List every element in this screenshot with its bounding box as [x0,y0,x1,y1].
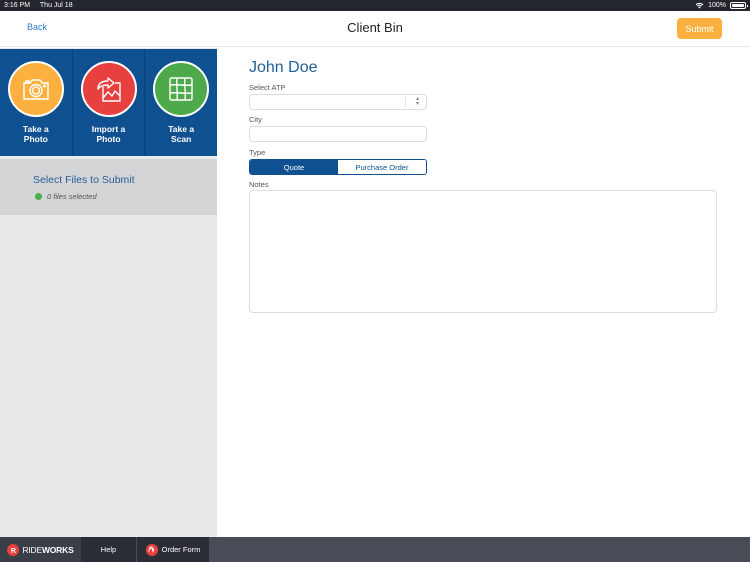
city-input[interactable] [249,126,427,142]
import-photo-label-line1: Import a [91,124,126,134]
page-title: Client Bin [347,20,403,35]
sidebar: Take a Photo Import a Photo Take a Scan … [0,48,217,537]
take-scan-label: Take a Scan [168,124,194,144]
hand-icon [148,546,155,553]
select-divider [405,97,406,107]
take-scan-button[interactable]: Take a Scan [145,49,217,156]
status-date: Thu Jul 18 [39,2,73,9]
type-option-purchase-order[interactable]: Purchase Order [338,160,426,174]
atp-label: Select ATP [249,83,286,92]
take-scan-label-line2: Scan [171,134,192,144]
status-bar: 3:16 PM Thu Jul 18 100% [0,0,750,11]
import-photo-button[interactable]: Import a Photo [73,49,146,156]
bottom-bar: R RIDEWORKS Help Order Form [0,537,750,562]
files-count: 0 files selected [47,192,97,201]
files-status: 0 files selected [35,192,97,201]
battery-fill [732,4,744,7]
take-scan-circle [153,61,210,117]
camera-icon [23,79,49,100]
status-right: 100% [695,2,748,9]
select-files-title: Select Files to Submit [33,174,135,186]
help-button[interactable]: Help [81,537,136,562]
notes-textarea[interactable] [249,190,717,313]
order-form-button[interactable]: Order Form [137,537,209,562]
take-photo-button[interactable]: Take a Photo [0,49,73,156]
city-label: City [249,115,262,124]
logo-text-light: RIDE [22,544,42,555]
order-form-label: Order Form [161,545,201,554]
import-photo-label: Import a Photo [92,124,126,144]
import-photo-icon [96,77,121,102]
battery-icon [730,2,748,9]
take-scan-label-line1: Take a [168,124,195,134]
take-photo-circle [7,61,64,117]
main-form: John Doe Select ATP ▴ ▾ City Type Quote P… [217,48,750,537]
import-photo-label-line2: Photo [96,134,121,144]
take-photo-label-line1: Take a [22,124,49,134]
select-arrows-icon: ▴ ▾ [415,96,419,107]
type-label: Type [249,148,266,157]
rideworks-logo: R RIDEWORKS [0,537,81,562]
submit-button[interactable]: Submit [677,18,722,39]
type-segmented-control: Quote Purchase Order [249,159,427,175]
notes-label: Notes [249,180,269,189]
logo-text: RIDEWORKS [22,545,73,555]
select-files-panel[interactable]: Select Files to Submit 0 files selected [0,159,217,215]
order-form-icon [145,543,158,556]
nav-bar: Back Client Bin Submit [0,11,750,47]
scan-grid-icon [169,77,193,101]
take-photo-label: Take a Photo [23,124,49,144]
status-dot-icon [35,193,42,200]
status-left: 3:16 PM Thu Jul 18 [4,2,81,9]
rideworks-badge-icon: R [7,543,20,556]
status-time: 3:16 PM [4,2,31,9]
import-photo-circle [80,61,137,117]
client-name: John Doe [249,59,318,76]
help-label: Help [100,545,117,554]
battery-percent: 100% [708,2,726,9]
type-option-quote[interactable]: Quote [250,160,338,174]
wifi-icon [695,2,704,9]
take-photo-label-line2: Photo [23,134,48,144]
atp-select[interactable]: ▴ ▾ [249,94,427,110]
logo-text-bold: WORKS [41,544,74,555]
action-tiles: Take a Photo Import a Photo Take a Scan [0,49,217,156]
